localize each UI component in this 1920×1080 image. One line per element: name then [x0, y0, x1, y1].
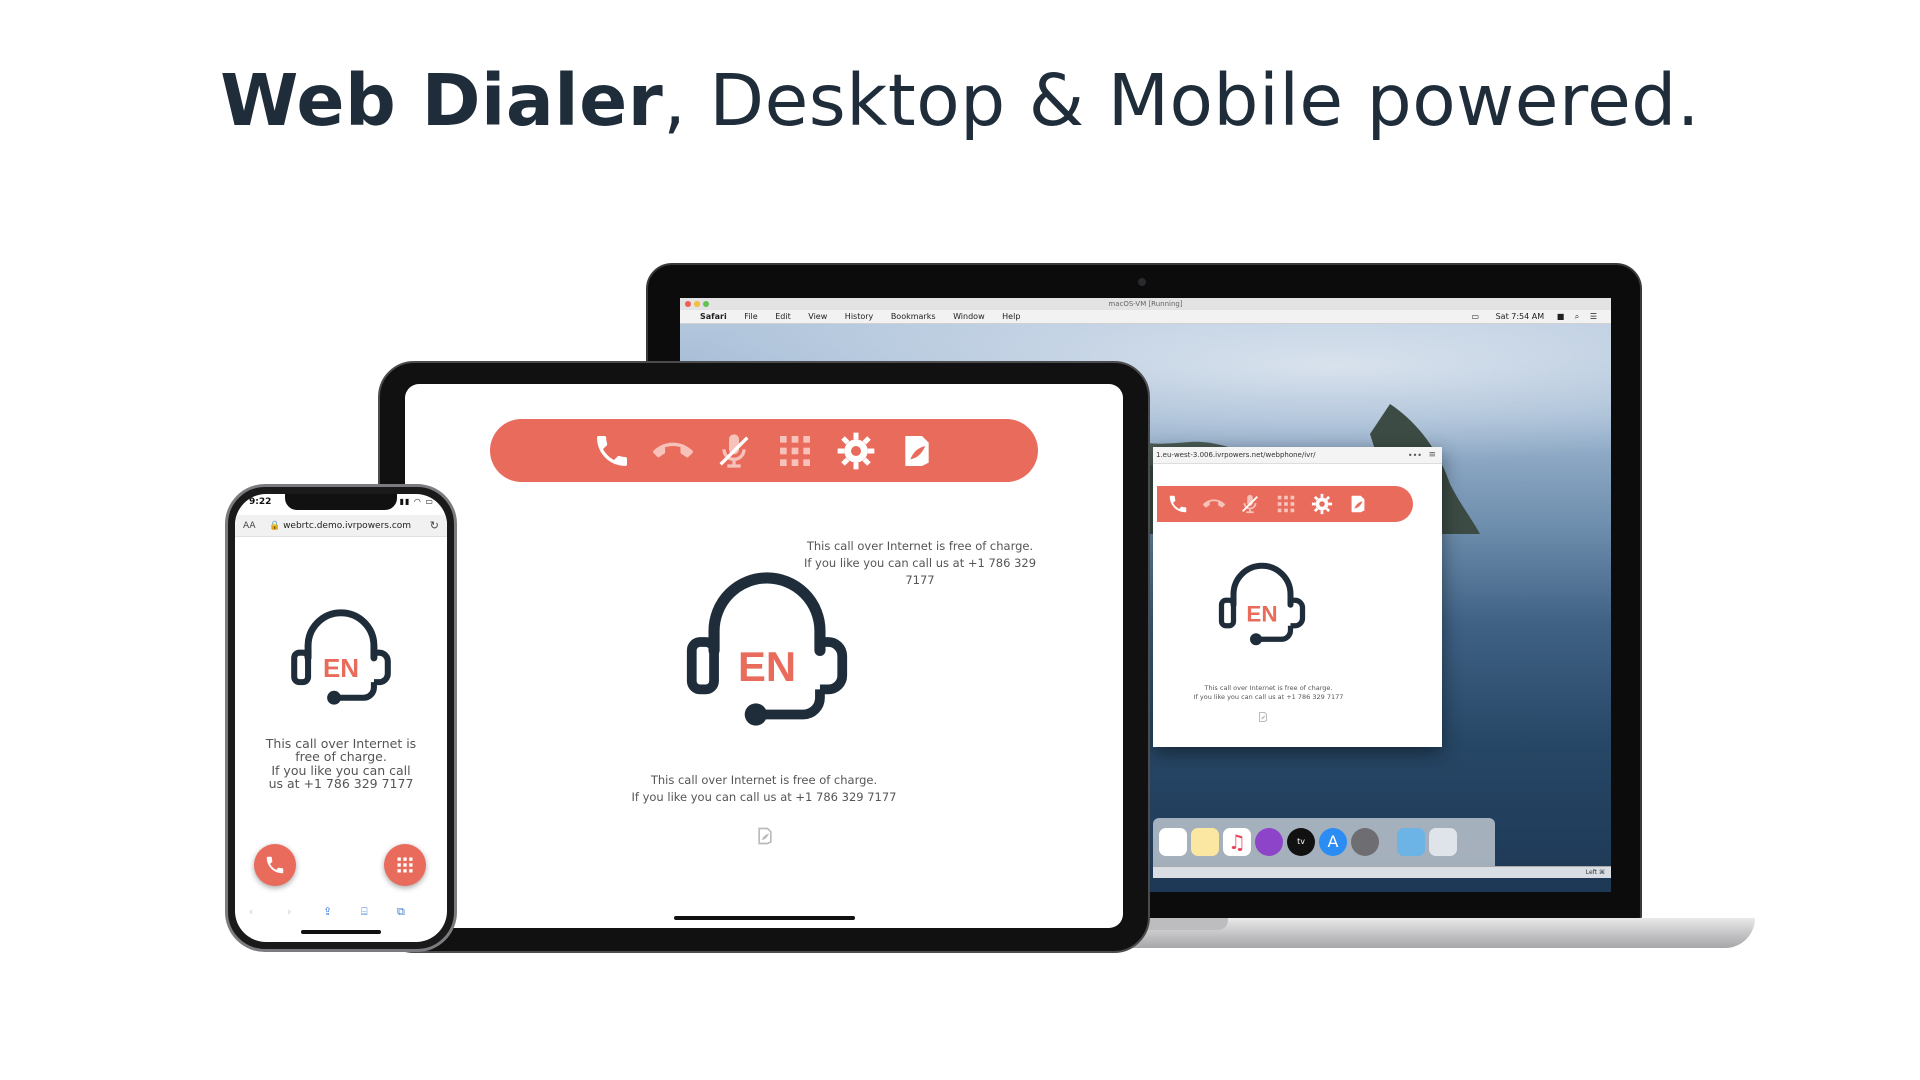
safari-address-bar[interactable]: 1.eu-west-3.006.ivrpowers.net/webphone/i… [1153, 447, 1442, 464]
mute-mic-icon[interactable] [1239, 493, 1261, 515]
bookmarks-icon[interactable]: ⌸ [361, 905, 368, 919]
call-button[interactable] [254, 844, 296, 886]
gear-icon[interactable] [836, 431, 876, 471]
laptop-camera [1138, 278, 1146, 286]
vm-window-title: macOS-VM [Running] [1108, 300, 1183, 308]
menu-icon[interactable]: ≡ [1428, 447, 1436, 464]
mute-mic-icon[interactable] [714, 431, 754, 471]
mac-status-area: ▭ Sat 7:54 AM ■ ⌕ ☰ [1471, 310, 1597, 324]
keypad-button[interactable] [384, 844, 426, 886]
tablet-screen: This call over Internet is free of charg… [405, 384, 1123, 928]
signal-wifi-battery-icon: ▮▮ ◠ ▭ [399, 497, 434, 506]
menu-edit[interactable]: Edit [775, 312, 791, 321]
phone-icon [266, 856, 284, 874]
downloads-folder-icon[interactable] [1397, 828, 1425, 856]
music-icon[interactable]: ♫ [1223, 828, 1251, 856]
headline: Web Dialer, Desktop & Mobile powered. [0, 59, 1920, 142]
podcasts-icon[interactable] [1255, 828, 1283, 856]
menubar-clock[interactable]: Sat 7:54 AM [1496, 312, 1545, 321]
hangup-icon[interactable] [653, 431, 693, 471]
logo-text: EN [323, 653, 359, 683]
logo-text: EN [1246, 601, 1277, 626]
back-icon[interactable]: ‹ [249, 905, 253, 918]
leaf-doc-icon[interactable] [755, 826, 775, 846]
tablet-note-line1: This call over Internet is free of charg… [650, 773, 878, 787]
leaf-doc-icon[interactable] [1347, 493, 1369, 515]
phone-url[interactable]: 🔒 webrtc.demo.ivrpowers.com [269, 515, 411, 537]
reminders-icon[interactable] [1159, 828, 1187, 856]
keypad-icon[interactable] [1275, 493, 1297, 515]
leaf-doc-icon[interactable] [1257, 711, 1269, 723]
system-preferences-icon[interactable] [1351, 828, 1379, 856]
menu-history[interactable]: History [845, 312, 873, 321]
phone-address-bar[interactable]: AA 🔒 webrtc.demo.ivrpowers.com ↻ [235, 515, 447, 537]
headline-rest: , Desktop & Mobile powered. [663, 59, 1700, 142]
menu-window[interactable]: Window [953, 312, 985, 321]
hangup-icon[interactable] [1203, 493, 1225, 515]
phone-icon[interactable] [592, 431, 632, 471]
mac-note-line2: If you like you can call us at +1 786 32… [1193, 693, 1344, 701]
menu-bookmarks[interactable]: Bookmarks [891, 312, 936, 321]
tablet-note-line2: If you like you can call us at +1 786 32… [631, 790, 897, 804]
safari-window: 1.eu-west-3.006.ivrpowers.net/webphone/i… [1153, 447, 1442, 747]
en-headset-logo: EN [291, 609, 391, 705]
host-key-label: Left ⌘ [1585, 869, 1605, 876]
share-icon[interactable]: ⇪ [323, 905, 332, 918]
reader-aa-button[interactable]: AA [243, 515, 256, 537]
app-store-icon[interactable]: A [1319, 828, 1347, 856]
leaf-doc-icon[interactable] [897, 431, 937, 471]
phone-note-line2: free of charge. [295, 749, 387, 764]
vm-status-strip: Left ⌘ [1153, 866, 1611, 878]
apple-tv-icon[interactable]: tv [1287, 828, 1315, 856]
safari-url[interactable]: 1.eu-west-3.006.ivrpowers.net/webphone/i… [1156, 451, 1316, 459]
phone-status-time: 9:22 [249, 497, 272, 507]
phone-screen: 9:22 ▮▮ ◠ ▭ AA 🔒 webrtc.demo.ivrpowers.c… [235, 494, 447, 942]
en-headset-logo: EN [1218, 562, 1306, 646]
tablet-note-top-line1: This call over Internet is free of charg… [806, 539, 1034, 553]
mac-dock: ♫ tv A [1153, 818, 1495, 868]
notification-center-icon[interactable]: ☰ [1590, 312, 1597, 321]
headline-bold: Web Dialer [220, 59, 664, 142]
en-headset-logo: EN [686, 572, 848, 726]
dialer-toolbar-tablet [490, 419, 1038, 482]
logo-text: EN [738, 643, 796, 690]
menu-help[interactable]: Help [1002, 312, 1020, 321]
notes-icon[interactable] [1191, 828, 1219, 856]
keypad-icon[interactable] [775, 431, 815, 471]
menu-file[interactable]: File [744, 312, 757, 321]
more-icon[interactable]: ••• [1408, 447, 1422, 464]
reload-icon[interactable]: ↻ [430, 515, 439, 537]
spotlight-icon[interactable]: ⌕ [1575, 312, 1579, 321]
keypad-icon [397, 857, 413, 873]
home-indicator[interactable] [674, 916, 855, 920]
tabs-icon[interactable]: ⧉ [397, 905, 405, 919]
user-icon[interactable]: ■ [1557, 312, 1565, 321]
menu-view[interactable]: View [808, 312, 827, 321]
safari-bottom-bar: ‹ › ⇪ ⌸ ⧉ [235, 901, 447, 927]
home-indicator[interactable] [301, 930, 381, 934]
gear-icon[interactable] [1311, 493, 1333, 515]
airplay-icon[interactable]: ▭ [1471, 312, 1479, 321]
trash-icon[interactable] [1429, 828, 1457, 856]
forward-icon[interactable]: › [287, 905, 291, 918]
menu-safari[interactable]: Safari [700, 312, 727, 321]
dialer-toolbar-desktop [1157, 486, 1413, 522]
phone-icon[interactable] [1167, 493, 1189, 515]
phone-notch [285, 494, 397, 510]
phone-note-line4: us at +1 786 329 7177 [268, 776, 414, 791]
